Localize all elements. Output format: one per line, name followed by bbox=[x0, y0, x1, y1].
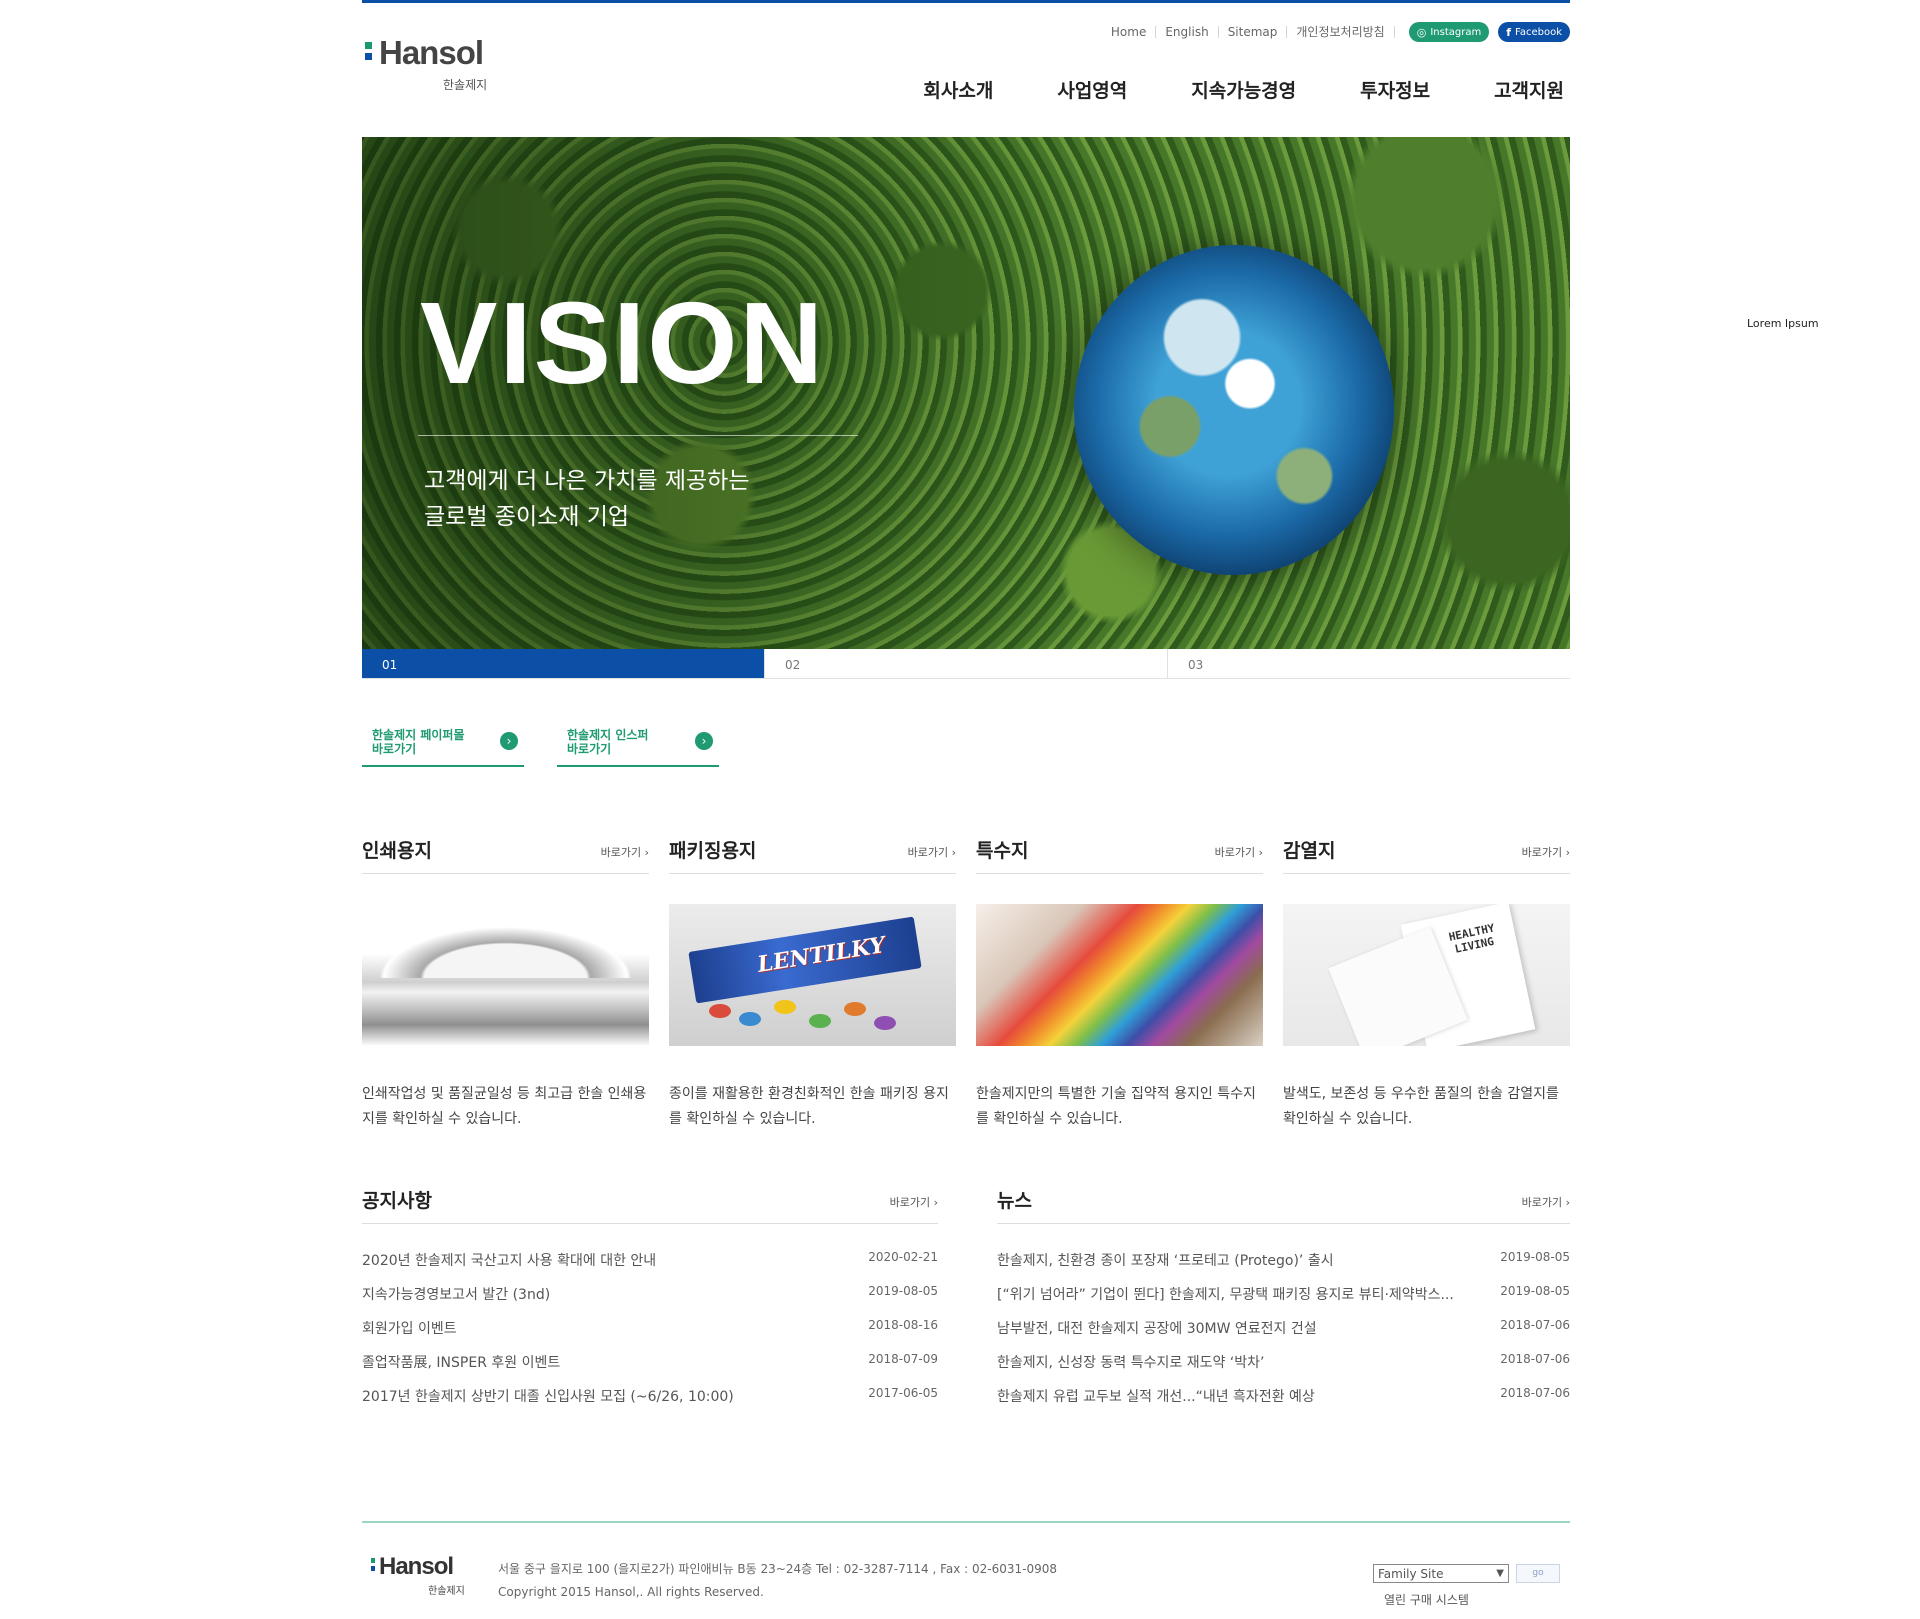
receipt-image[interactable]: HEALTHY LIVING bbox=[1283, 904, 1570, 1046]
news-item[interactable]: 한솔제지, 신성장 동력 특수지로 재도약 ‘박차’ 2018-07-06 bbox=[997, 1352, 1570, 1386]
nav-item-sustainability[interactable]: 지속가능경영 bbox=[1191, 76, 1296, 103]
hero-title: VISION bbox=[420, 278, 826, 408]
quick-link-label: 한솔제지 페이퍼몰 바로가기 bbox=[372, 728, 465, 756]
arrow-right-icon: › bbox=[695, 732, 713, 750]
news-item[interactable]: 남부발전, 대전 한솔제지 공장에 30MW 연료전지 건설 2018-07-06 bbox=[997, 1318, 1570, 1352]
logo-word: Hansol bbox=[379, 34, 484, 71]
hero-divider bbox=[418, 435, 858, 436]
more-link[interactable]: 바로가기 › bbox=[1522, 844, 1570, 860]
product-title: 패키징용지 bbox=[669, 840, 757, 862]
product-thermal: 감열지 바로가기 › HEALTHY LIVING 발색도, 보존성 등 우수한 … bbox=[1283, 836, 1570, 1132]
arrow-right-icon: › bbox=[500, 732, 518, 750]
logo-sub: 한솔제지 bbox=[443, 78, 488, 92]
news-item[interactable]: 한솔제지 유럽 교두보 실적 개선...“내년 흑자전환 예상 2018-07-0… bbox=[997, 1386, 1570, 1420]
notice-board: 공지사항 바로가기 › 2020년 한솔제지 국산고지 사용 확대에 대한 안내 2… bbox=[362, 1186, 938, 1420]
quick-link-papermall[interactable]: 한솔제지 페이퍼몰 바로가기 › bbox=[362, 724, 524, 767]
family-site-value: Family Site bbox=[1378, 1566, 1444, 1581]
quick-link-insper[interactable]: 한솔제지 인스퍼 바로가기 › bbox=[557, 724, 719, 767]
notice-more-link[interactable]: 바로가기 › bbox=[890, 1194, 938, 1223]
footer-copyright: Copyright 2015 Hansol,. All rights Reser… bbox=[498, 1585, 764, 1599]
product-title: 인쇄용지 bbox=[362, 840, 432, 862]
news-board: 뉴스 바로가기 › 한솔제지, 친환경 종이 포장재 ‘프로테고 (Protego… bbox=[997, 1186, 1570, 1420]
hero-step-1[interactable]: 01 bbox=[362, 649, 764, 678]
notice-item[interactable]: 2020년 한솔제지 국산고지 사용 확대에 대한 안내 2020-02-21 bbox=[362, 1250, 938, 1284]
facebook-label: Facebook bbox=[1515, 26, 1562, 38]
nav-item-business[interactable]: 사업영역 bbox=[1057, 76, 1127, 103]
footer-logo: Hansol 한솔제지 bbox=[371, 1553, 471, 1597]
more-link[interactable]: 바로가기 › bbox=[908, 844, 956, 860]
logo-mark-icon bbox=[371, 1558, 375, 1574]
product-title: 특수지 bbox=[976, 840, 1029, 862]
footer-logo-word: Hansol bbox=[379, 1553, 454, 1580]
product-title: 감열지 bbox=[1283, 840, 1336, 862]
instagram-label: Instagram bbox=[1430, 26, 1482, 38]
notice-title: 공지사항 bbox=[362, 1190, 432, 1212]
more-link[interactable]: 바로가기 › bbox=[601, 844, 649, 860]
util-link-english[interactable]: English bbox=[1156, 26, 1219, 38]
footer-address-line: 서울 중구 을지로 100 (을지로2가) 파인애비뉴 B동 23~24층 Te… bbox=[498, 1562, 1058, 1576]
footer-address: 서울 중구 을지로 100 (을지로2가) 파인애비뉴 B동 23~24층 Te… bbox=[498, 1558, 1057, 1604]
util-link-privacy[interactable]: 개인정보처리방침 bbox=[1287, 26, 1395, 38]
notice-item[interactable]: 회원가입 이벤트 2018-08-16 bbox=[362, 1318, 938, 1352]
product-desc: 인쇄작업성 및 품질균일성 등 최고급 한솔 인쇄용지를 확인하실 수 있습니다… bbox=[362, 1086, 647, 1127]
notice-item[interactable]: 2017년 한솔제지 상반기 대졸 신입사원 모집 (~6/26, 10:00)… bbox=[362, 1386, 938, 1420]
family-site-go-button[interactable]: go bbox=[1516, 1564, 1560, 1583]
notice-item[interactable]: 졸업작품展, INSPER 후원 이벤트 2018-07-09 bbox=[362, 1352, 938, 1386]
hero-step-2[interactable]: 02 bbox=[764, 649, 1167, 678]
utility-nav: Home English Sitemap 개인정보처리방침 ◎ Instagra… bbox=[1102, 22, 1570, 42]
hero-banner[interactable]: VISION 고객에게 더 나은 가치를 제공하는 글로벌 종이소재 기업 bbox=[362, 137, 1570, 649]
facebook-icon: f bbox=[1506, 25, 1511, 39]
open-purchase-link[interactable]: 열린 구매 시스템 bbox=[1384, 1591, 1469, 1608]
nav-item-investor[interactable]: 투자정보 bbox=[1360, 76, 1430, 103]
more-link[interactable]: 바로가기 › bbox=[1215, 844, 1263, 860]
news-item[interactable]: 한솔제지, 친환경 종이 포장재 ‘프로테고 (Protego)’ 출시 2019… bbox=[997, 1250, 1570, 1284]
product-printing: 인쇄용지 바로가기 › 인쇄작업성 및 품질균일성 등 최고급 한솔 인쇄용지를 … bbox=[362, 836, 649, 1132]
nav-item-support[interactable]: 고객지원 bbox=[1494, 76, 1564, 103]
hero-step-3[interactable]: 03 bbox=[1167, 649, 1570, 678]
news-title: 뉴스 bbox=[997, 1190, 1032, 1212]
hansol-logo[interactable]: Hansol 한솔제지 bbox=[365, 34, 505, 98]
util-link-sitemap[interactable]: Sitemap bbox=[1219, 26, 1288, 38]
quick-links: 한솔제지 페이퍼몰 바로가기 › 한솔제지 인스퍼 바로가기 › bbox=[362, 724, 719, 767]
instagram-icon: ◎ bbox=[1416, 25, 1427, 39]
product-desc: 한솔제지만의 특별한 기술 집약적 용지인 특수지를 확인하실 수 있습니다. bbox=[976, 1086, 1256, 1127]
product-specialty: 특수지 바로가기 › 한솔제지만의 특별한 기술 집약적 용지인 특수지를 확인하… bbox=[976, 836, 1263, 1132]
notice-item[interactable]: 지속가능경영보고서 발간 (3nd) 2019-08-05 bbox=[362, 1284, 938, 1318]
main-nav: 회사소개 사업영역 지속가능경영 투자정보 고객지원 bbox=[859, 76, 1564, 103]
top-accent-bar bbox=[362, 0, 1570, 3]
news-item[interactable]: [“위기 넘어라” 기업이 뛴다] 한솔제지, 무광택 패키징 용지로 뷰티·제… bbox=[997, 1284, 1570, 1318]
footer-divider bbox=[362, 1521, 1570, 1523]
product-section: 인쇄용지 바로가기 › 인쇄작업성 및 품질균일성 등 최고급 한솔 인쇄용지를 … bbox=[362, 836, 1570, 1132]
product-desc: 발색도, 보존성 등 우수한 품질의 한솔 감열지를 확인하실 수 있습니다. bbox=[1283, 1086, 1559, 1127]
product-packaging: 패키징용지 바로가기 › LENTILKY 종이를 재활용한 환경친화적인 한솔 … bbox=[669, 836, 956, 1132]
candy-box-image[interactable]: LENTILKY bbox=[669, 904, 956, 1046]
hero-copy-line1: 고객에게 더 나은 가치를 제공하는 bbox=[424, 468, 750, 494]
logo-mark-icon bbox=[365, 42, 372, 66]
hero-copy: 고객에게 더 나은 가치를 제공하는 글로벌 종이소재 기업 bbox=[424, 463, 749, 535]
nav-item-company[interactable]: 회사소개 bbox=[923, 76, 993, 103]
earth-globe-image bbox=[1074, 245, 1394, 575]
instagram-button[interactable]: ◎ Instagram bbox=[1408, 22, 1490, 42]
color-paper-image[interactable] bbox=[976, 904, 1263, 1046]
hero-pagination: 01 02 03 bbox=[362, 649, 1570, 679]
footer-logo-sub: 한솔제지 bbox=[428, 1586, 465, 1597]
side-note: Lorem Ipsum bbox=[1747, 317, 1819, 330]
book-image[interactable] bbox=[362, 904, 649, 1046]
quick-link-label: 한솔제지 인스퍼 바로가기 bbox=[567, 728, 649, 756]
facebook-button[interactable]: f Facebook bbox=[1498, 22, 1570, 42]
hero-copy-line2: 글로벌 종이소재 기업 bbox=[424, 504, 630, 530]
util-link-home[interactable]: Home bbox=[1102, 26, 1157, 38]
news-more-link[interactable]: 바로가기 › bbox=[1522, 1194, 1570, 1223]
product-desc: 종이를 재활용한 환경친화적인 한솔 패키징 용지를 확인하실 수 있습니다. bbox=[669, 1086, 949, 1127]
chevron-down-icon: ▼ bbox=[1496, 1568, 1504, 1579]
family-site-select[interactable]: Family Site ▼ bbox=[1373, 1564, 1509, 1583]
